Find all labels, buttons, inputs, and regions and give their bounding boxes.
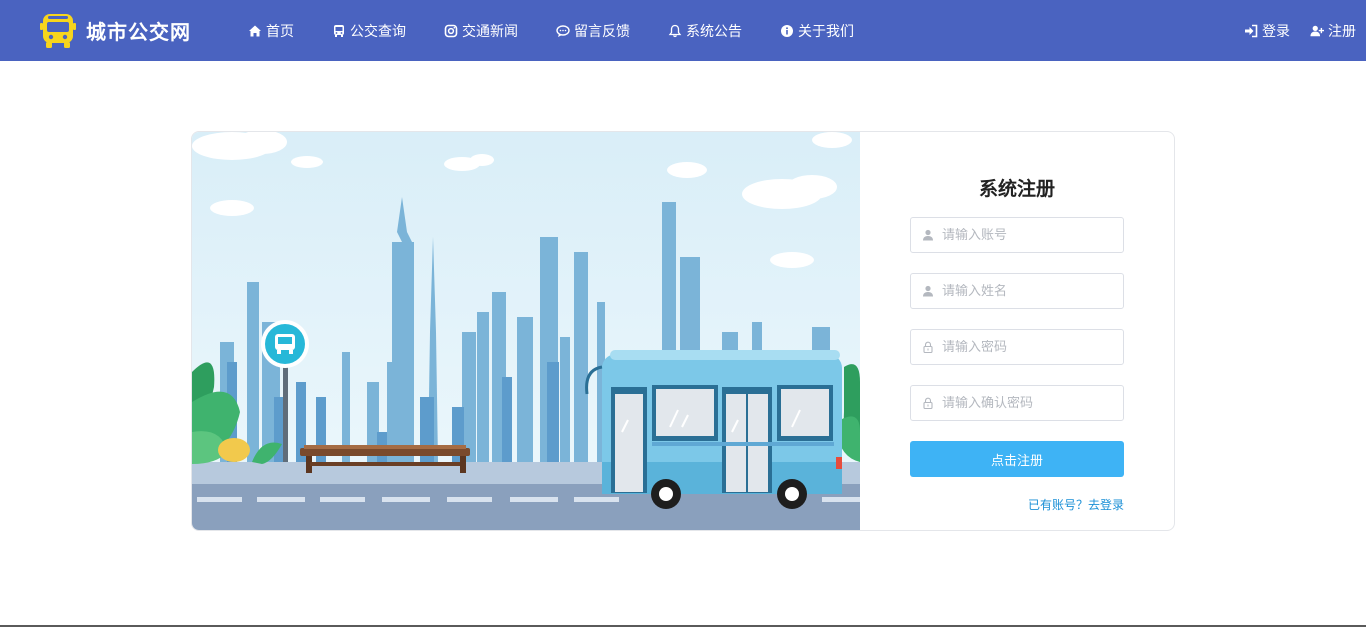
register-form: 系统注册 点击注册 已有账号？去登录: [860, 132, 1174, 530]
nav-home-label: 首页: [266, 23, 294, 40]
form-title: 系统注册: [978, 178, 1055, 200]
top-navbar: 城市公交网 首页 公交查询 交通新闻 留言反馈 系统公告 关于我们 登录 注册: [0, 0, 1366, 61]
nav-login-label: 登录: [1262, 23, 1290, 40]
nav-feedback[interactable]: 留言反馈: [556, 21, 630, 41]
user-icon: [922, 285, 934, 297]
account-input[interactable]: [942, 227, 1112, 243]
user-plus-icon: [1310, 24, 1324, 38]
bus-logo-icon: [40, 14, 76, 48]
nav-feedback-label: 留言反馈: [574, 23, 630, 40]
name-input[interactable]: [942, 283, 1112, 299]
nav-register-label: 注册: [1328, 23, 1356, 40]
nav-traffic-news-label: 交通新闻: [462, 23, 518, 40]
lock-icon: [922, 341, 934, 353]
home-icon: [248, 24, 262, 38]
auth-nav: 登录 注册: [1224, 0, 1356, 61]
nav-home[interactable]: 首页: [248, 21, 294, 41]
name-field[interactable]: [910, 273, 1124, 309]
nav-traffic-news[interactable]: 交通新闻: [444, 21, 518, 41]
lock-icon: [922, 397, 934, 409]
user-icon: [922, 229, 934, 241]
password-field[interactable]: [910, 329, 1124, 365]
nav-about-label: 关于我们: [798, 23, 854, 40]
info-icon: [780, 24, 794, 38]
nav-bus-query[interactable]: 公交查询: [332, 21, 406, 41]
nav-about[interactable]: 关于我们: [780, 21, 854, 41]
nav-announcement[interactable]: 系统公告: [668, 21, 742, 41]
register-card: 系统注册 点击注册 已有账号？去登录: [191, 131, 1175, 531]
go-login-link[interactable]: 已有账号？去登录: [1028, 496, 1124, 513]
password-input[interactable]: [942, 339, 1112, 355]
confirm-password-input[interactable]: [942, 395, 1112, 411]
nav-bus-query-label: 公交查询: [350, 23, 406, 40]
account-field[interactable]: [910, 217, 1124, 253]
bus-icon: [332, 24, 346, 38]
nav-login[interactable]: 登录: [1244, 21, 1290, 41]
brand-name: 城市公交网: [86, 20, 191, 44]
instagram-icon: [444, 24, 458, 38]
register-button[interactable]: 点击注册: [910, 441, 1124, 477]
city-bus-illustration: [192, 132, 860, 530]
confirm-password-field[interactable]: [910, 385, 1124, 421]
nav-announcement-label: 系统公告: [686, 23, 742, 40]
main-nav: 首页 公交查询 交通新闻 留言反馈 系统公告 关于我们: [248, 0, 892, 61]
brand[interactable]: 城市公交网: [40, 12, 191, 49]
bell-icon: [668, 24, 682, 38]
chat-icon: [556, 24, 570, 38]
nav-register[interactable]: 注册: [1310, 21, 1356, 41]
sign-in-icon: [1244, 24, 1258, 38]
